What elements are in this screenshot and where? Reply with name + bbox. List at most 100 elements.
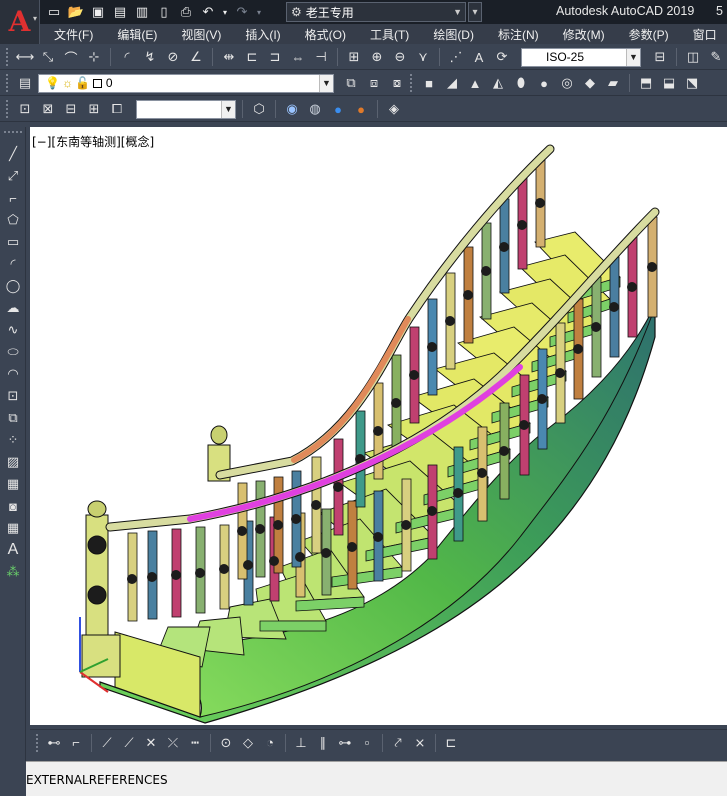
- dimension-style-select[interactable]: ISO-25 ▼: [521, 47, 641, 67]
- sphere-icon[interactable]: ●: [534, 73, 554, 93]
- menu-modify[interactable]: 修改(M): [551, 26, 617, 43]
- polyline-icon[interactable]: ⌐: [0, 187, 26, 209]
- jogged-linear-icon[interactable]: ⋎: [413, 47, 433, 67]
- menu-parametric[interactable]: 参数(P): [617, 26, 681, 43]
- menu-dimension[interactable]: 标注(N): [486, 26, 551, 43]
- dimension-edit-icon[interactable]: ⋰: [446, 47, 466, 67]
- inspection-icon[interactable]: ⊖: [390, 47, 410, 67]
- toolbar-grip[interactable]: [6, 100, 10, 118]
- snap-perpendicular-icon[interactable]: ⊥: [291, 733, 311, 753]
- visual-style-manager-icon[interactable]: ◈: [384, 99, 404, 119]
- new-icon[interactable]: ▭: [44, 2, 64, 22]
- temporary-track-icon[interactable]: ⊷: [44, 733, 64, 753]
- planar-surface-icon[interactable]: ◆: [580, 73, 600, 93]
- publish-icon[interactable]: ▥: [132, 2, 152, 22]
- mobile-icon[interactable]: ▯: [154, 2, 174, 22]
- tolerance-icon[interactable]: ⊞: [344, 47, 364, 67]
- make-block-icon[interactable]: ⧉: [0, 407, 26, 429]
- line-icon[interactable]: ╱: [0, 143, 26, 165]
- dimension-update-icon[interactable]: ⟳: [492, 47, 512, 67]
- spline-icon[interactable]: ∿: [0, 319, 26, 341]
- saveas-icon[interactable]: ▤: [110, 2, 130, 22]
- point-icon[interactable]: ⁘: [0, 429, 26, 451]
- cone-icon[interactable]: ▲: [465, 73, 485, 93]
- center-mark-icon[interactable]: ⊕: [367, 47, 387, 67]
- drawing-viewport[interactable]: [−][东南等轴测][概念]: [30, 127, 727, 725]
- snap-none-icon[interactable]: ⨯: [410, 733, 430, 753]
- menu-file[interactable]: 文件(F): [40, 26, 105, 43]
- polysolid-icon[interactable]: ▰: [603, 73, 623, 93]
- zoom-window-icon[interactable]: ⊠: [38, 99, 58, 119]
- table-icon[interactable]: ▦: [0, 517, 26, 539]
- multiline-text-icon[interactable]: A: [0, 539, 26, 561]
- toolbar-grip[interactable]: [6, 74, 10, 92]
- cylinder-icon[interactable]: ⬮: [511, 73, 531, 93]
- revision-cloud-icon[interactable]: ☁: [0, 297, 26, 319]
- menu-draw[interactable]: 绘图(D): [421, 26, 486, 43]
- pyramid-icon[interactable]: ◭: [488, 73, 508, 93]
- dimension-text-edit-icon[interactable]: A: [469, 47, 489, 67]
- osnap-settings-icon[interactable]: ⊏: [441, 733, 461, 753]
- menu-insert[interactable]: 插入(I): [233, 26, 292, 43]
- toolbar-grip[interactable]: [36, 733, 40, 752]
- jogged-dimension-icon[interactable]: ↯: [140, 47, 160, 67]
- ellipse-arc-icon[interactable]: ◠: [0, 363, 26, 385]
- undo-icon[interactable]: ↶: [198, 2, 218, 22]
- radius-dimension-icon[interactable]: ◜: [117, 47, 137, 67]
- insert-block-icon[interactable]: ⊡: [0, 385, 26, 407]
- menu-tools[interactable]: 工具(T): [358, 26, 421, 43]
- save-icon[interactable]: ▣: [88, 2, 108, 22]
- polygon-icon[interactable]: ⬠: [0, 209, 26, 231]
- window-tile-icon[interactable]: ◫: [683, 47, 703, 67]
- layer-select[interactable]: 💡 ☼ 🔓 0 ▼: [38, 73, 334, 93]
- zoom-all-icon[interactable]: ⧠: [107, 99, 127, 119]
- named-views-icon[interactable]: ⊡: [15, 99, 35, 119]
- arc-length-icon[interactable]: ⌒: [61, 47, 81, 67]
- visual-style-2d-icon[interactable]: ◉: [282, 99, 302, 119]
- gradient-icon[interactable]: ▦: [0, 473, 26, 495]
- snap-node-icon[interactable]: ▫: [357, 733, 377, 753]
- menu-window[interactable]: 窗口: [681, 26, 727, 43]
- menu-format[interactable]: 格式(O): [293, 26, 358, 43]
- aligned-dimension-icon[interactable]: ⤡: [38, 47, 58, 67]
- undo-dropdown-icon[interactable]: ▾: [220, 2, 230, 22]
- torus-icon[interactable]: ◎: [557, 73, 577, 93]
- dimension-style-icon[interactable]: ⊟: [650, 47, 670, 67]
- construction-line-icon[interactable]: ⤢: [0, 165, 26, 187]
- baseline-dimension-icon[interactable]: ⊏: [242, 47, 262, 67]
- toolbar-grip[interactable]: [3, 131, 22, 139]
- snap-parallel-icon[interactable]: ∥: [313, 733, 333, 753]
- zoom-extents-icon[interactable]: ⊞: [84, 99, 104, 119]
- application-menu-button[interactable]: A ▾: [0, 0, 40, 44]
- viewport-label[interactable]: [−][东南等轴测][概念]: [32, 133, 154, 150]
- hatch-icon[interactable]: ▨: [0, 451, 26, 473]
- visual-style-realistic-icon[interactable]: ●: [328, 99, 348, 119]
- revolve-icon[interactable]: ⬓: [659, 73, 679, 93]
- angular-dimension-icon[interactable]: ∠: [186, 47, 206, 67]
- box-icon[interactable]: ■: [419, 73, 439, 93]
- snap-quadrant-icon[interactable]: ◇: [238, 733, 258, 753]
- menu-edit[interactable]: 编辑(E): [105, 26, 169, 43]
- diameter-dimension-icon[interactable]: ⊘: [163, 47, 183, 67]
- snap-intersection-icon[interactable]: ✕: [141, 733, 161, 753]
- layer-previous-icon[interactable]: ⧈: [364, 73, 384, 93]
- region-icon[interactable]: ◙: [0, 495, 26, 517]
- redo-dropdown-icon[interactable]: ▾: [254, 2, 264, 22]
- ordinate-dimension-icon[interactable]: ⊹: [84, 47, 104, 67]
- snap-endpoint-icon[interactable]: ⟋: [97, 733, 117, 753]
- workspace-selector[interactable]: ⚙ 老王专用 ▼: [286, 2, 466, 22]
- redo-icon[interactable]: ↷: [232, 2, 252, 22]
- add-selected-icon[interactable]: ⁂: [0, 561, 26, 583]
- layer-state-icon[interactable]: ⧇: [387, 73, 407, 93]
- view-select[interactable]: ▼: [136, 99, 236, 119]
- make-current-layer-icon[interactable]: ⧉: [341, 73, 361, 93]
- plot-icon[interactable]: ⎙: [176, 2, 196, 22]
- open-icon[interactable]: 📂: [66, 2, 86, 22]
- extrude-icon[interactable]: ⬒: [636, 73, 656, 93]
- wedge-icon[interactable]: ◢: [442, 73, 462, 93]
- ellipse-icon[interactable]: ⬭: [0, 341, 26, 363]
- qat-customize-button[interactable]: ▾: [468, 2, 482, 22]
- eraser-icon[interactable]: ✎: [706, 47, 726, 67]
- arc-icon[interactable]: ◜: [0, 253, 26, 275]
- toolbar-grip[interactable]: [410, 74, 414, 92]
